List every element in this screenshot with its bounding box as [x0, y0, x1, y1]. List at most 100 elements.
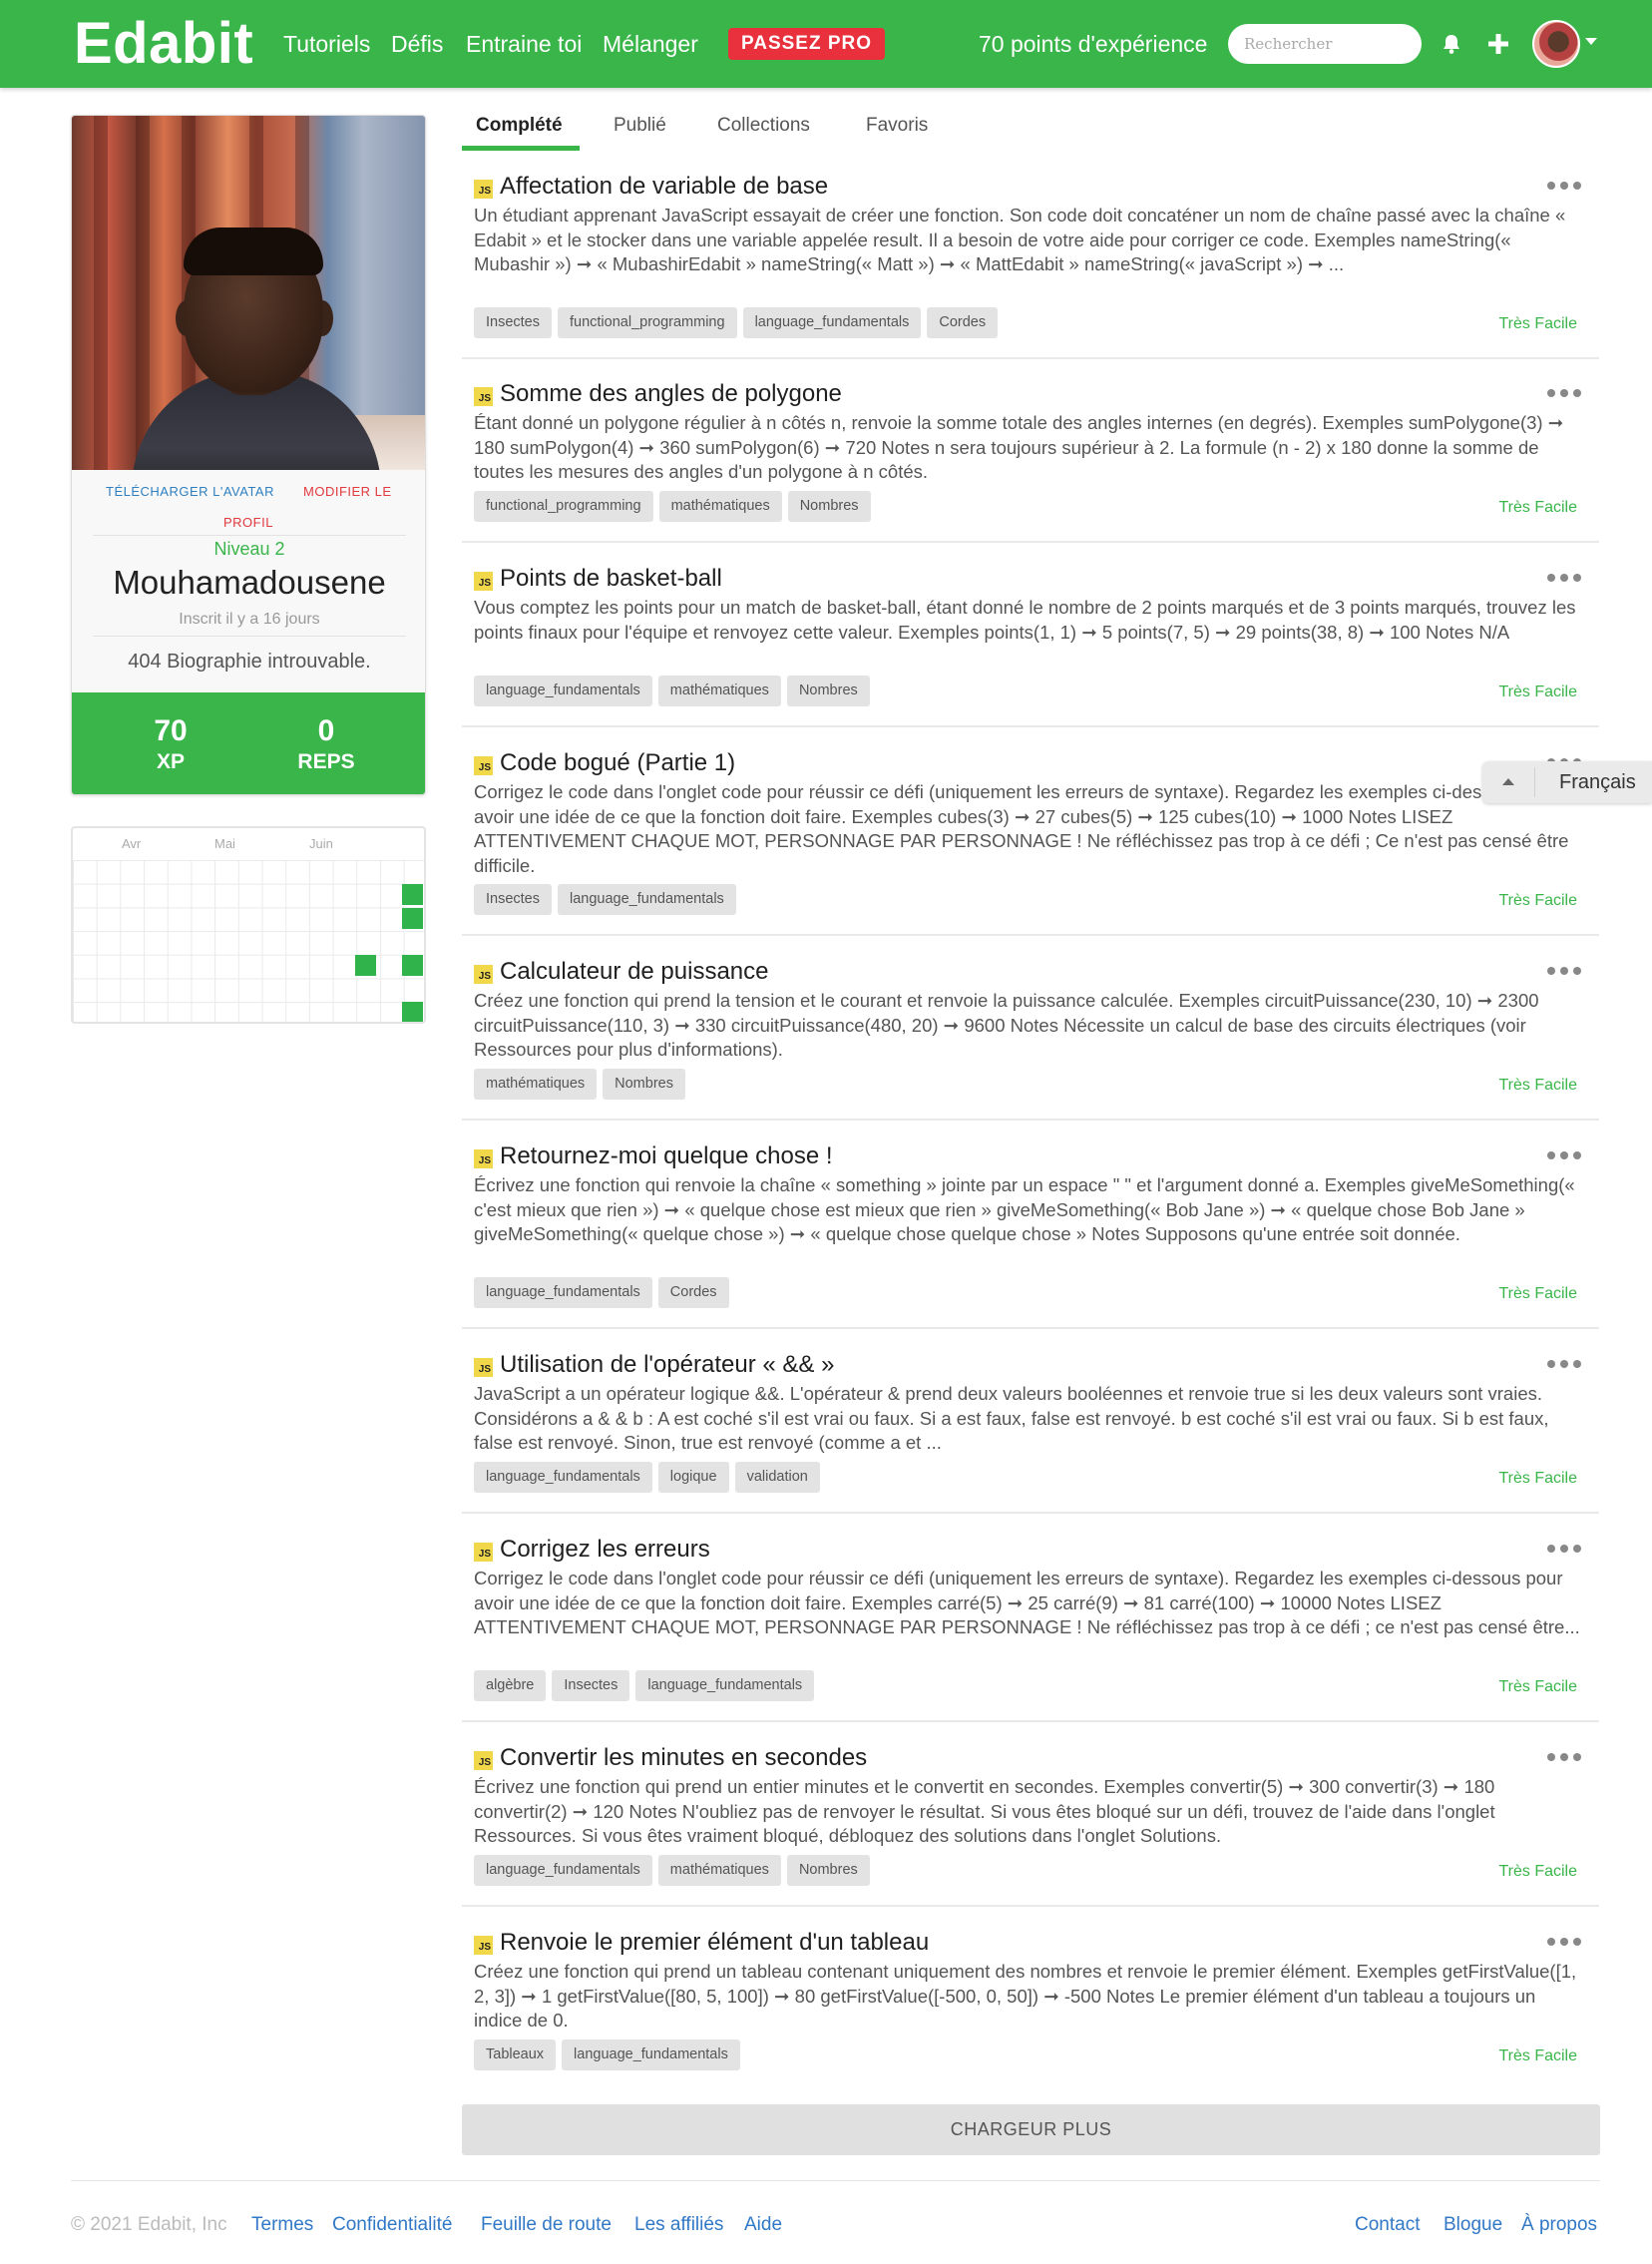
- footer-link-about[interactable]: À propos: [1521, 2213, 1597, 2237]
- tag[interactable]: Nombres: [786, 1855, 870, 1886]
- more-options-icon[interactable]: [1547, 1358, 1581, 1370]
- more-options-icon[interactable]: [1547, 387, 1581, 399]
- footer-link-terms[interactable]: Termes: [251, 2213, 313, 2237]
- tag[interactable]: language_fundamentals: [562, 2039, 740, 2070]
- go-pro-button[interactable]: PASSEZ PRO: [728, 28, 885, 60]
- user-level: Niveau 2: [213, 539, 285, 559]
- difficulty-label: Très Facile: [1498, 1863, 1577, 1880]
- difficulty-label: Très Facile: [1498, 2047, 1577, 2064]
- more-options-icon[interactable]: [1547, 965, 1581, 977]
- edit-profile-link[interactable]: MODIFIER LE: [303, 476, 392, 507]
- js-badge-icon: JS: [474, 1358, 493, 1377]
- footer-link-blog[interactable]: Blogue: [1444, 2213, 1502, 2237]
- tag[interactable]: language_fundamentals: [474, 1855, 652, 1886]
- plus-icon[interactable]: [1486, 32, 1510, 56]
- challenge-description: JavaScript a un opérateur logique &&. L'…: [474, 1383, 1549, 1454]
- nav-link-shuffle[interactable]: Mélanger: [603, 30, 698, 58]
- tag[interactable]: algèbre: [474, 1670, 547, 1701]
- tag[interactable]: logique: [657, 1462, 729, 1493]
- challenge-description: Créez une fonction qui prend un tableau …: [474, 1961, 1577, 2032]
- heatmap-cell-active: [402, 1002, 423, 1022]
- profile-card: TÉLÉCHARGER L'AVATAR MODIFIER LE PROFIL …: [71, 115, 426, 795]
- challenge-title[interactable]: Utilisation de l'opérateur « && »: [500, 1350, 834, 1380]
- edit-profile-link-cont[interactable]: PROFIL: [223, 507, 273, 538]
- tag[interactable]: Nombres: [603, 1069, 685, 1100]
- challenge-title[interactable]: Code bogué (Partie 1): [500, 748, 735, 778]
- tag[interactable]: language_fundamentals: [635, 1670, 815, 1701]
- footer-link-affiliates[interactable]: Les affiliés: [634, 2213, 723, 2237]
- challenge-title[interactable]: Points de basket-ball: [500, 564, 722, 594]
- tag[interactable]: language_fundamentals: [474, 1277, 652, 1308]
- challenge-title[interactable]: Calculateur de puissance: [500, 957, 769, 987]
- tag[interactable]: Cordes: [927, 307, 999, 338]
- nav-link-tutorials[interactable]: Tutoriels: [283, 30, 370, 58]
- avatar[interactable]: [1532, 20, 1580, 68]
- chevron-down-icon[interactable]: [1585, 38, 1597, 45]
- load-more-button[interactable]: CHARGEUR PLUS: [462, 2104, 1600, 2155]
- nav-link-challenges[interactable]: Défis: [391, 30, 443, 58]
- chevron-up-icon[interactable]: [1502, 778, 1514, 785]
- tag[interactable]: language_fundamentals: [474, 1462, 652, 1493]
- tag-list: Insectes language_fundamentals: [474, 884, 742, 915]
- difficulty-label: Très Facile: [1498, 315, 1577, 332]
- tag[interactable]: functional_programming: [558, 307, 737, 338]
- tag[interactable]: Insectes: [552, 1670, 630, 1701]
- challenge-card: JS Somme des angles de polygone Étant do…: [462, 373, 1599, 543]
- tag[interactable]: Nombres: [787, 491, 871, 522]
- month-label: Avr: [122, 836, 142, 851]
- tab-favorites[interactable]: Favoris: [866, 111, 928, 141]
- tag[interactable]: Cordes: [657, 1277, 729, 1308]
- tag[interactable]: language_fundamentals: [558, 884, 736, 915]
- tag[interactable]: Insectes: [474, 884, 552, 915]
- tag[interactable]: mathématiques: [474, 1069, 598, 1100]
- language-label[interactable]: Français: [1559, 770, 1636, 794]
- challenge-description: Écrivez une fonction qui prend un entier…: [474, 1776, 1495, 1847]
- challenge-title[interactable]: Retournez-moi quelque chose !: [500, 1141, 833, 1171]
- tab-published[interactable]: Publié: [614, 111, 666, 141]
- tab-completed[interactable]: Complété: [476, 111, 563, 141]
- tag[interactable]: mathématiques: [657, 676, 781, 706]
- tag-list: functional_programming mathématiques Nombr…: [474, 491, 877, 522]
- challenge-title[interactable]: Affectation de variable de base: [500, 172, 828, 202]
- more-options-icon[interactable]: [1547, 1936, 1581, 1948]
- tag[interactable]: Nombres: [786, 676, 870, 706]
- logo[interactable]: Edabit: [74, 10, 253, 78]
- footer-link-roadmap[interactable]: Feuille de route: [481, 2213, 612, 2237]
- challenge-title[interactable]: Convertir les minutes en secondes: [500, 1743, 867, 1773]
- footer-link-help[interactable]: Aide: [744, 2213, 782, 2237]
- xp-label: XP: [156, 750, 185, 773]
- challenge-card: JS Calculateur de puissance Créez une fo…: [462, 951, 1599, 1121]
- search-input[interactable]: [1228, 24, 1422, 64]
- footer-link-privacy[interactable]: Confidentialité: [332, 2213, 452, 2237]
- more-options-icon[interactable]: [1547, 180, 1581, 192]
- tag[interactable]: Insectes: [474, 307, 552, 338]
- nav-link-practice[interactable]: Entraine toi: [466, 30, 582, 58]
- reps-value: 0: [317, 714, 335, 747]
- tag[interactable]: language_fundamentals: [474, 676, 652, 706]
- tag[interactable]: validation: [734, 1462, 820, 1493]
- divider: [93, 636, 406, 637]
- tag[interactable]: language_fundamentals: [742, 307, 922, 338]
- tag[interactable]: mathématiques: [658, 491, 782, 522]
- language-selector[interactable]: Français: [1482, 761, 1652, 803]
- heatmap-cell-active: [402, 908, 423, 929]
- js-badge-icon: JS: [474, 1751, 493, 1770]
- challenge-title[interactable]: Renvoie le premier élément d'un tableau: [500, 1928, 929, 1958]
- challenge-description: Créez une fonction qui prend la tension …: [474, 990, 1539, 1061]
- bell-icon[interactable]: [1441, 33, 1462, 55]
- challenge-title[interactable]: Corrigez les erreurs: [500, 1535, 710, 1565]
- challenge-title[interactable]: Somme des angles de polygone: [500, 379, 842, 409]
- tab-collections[interactable]: Collections: [717, 111, 810, 141]
- more-options-icon[interactable]: [1547, 1751, 1581, 1763]
- challenge-card: JS Code bogué (Partie 1) Corrigez le cod…: [462, 742, 1599, 936]
- more-options-icon[interactable]: [1547, 572, 1581, 584]
- more-options-icon[interactable]: [1547, 1543, 1581, 1555]
- upload-avatar-link[interactable]: TÉLÉCHARGER L'AVATAR: [106, 476, 274, 507]
- tag[interactable]: mathématiques: [657, 1855, 781, 1886]
- more-options-icon[interactable]: [1547, 1149, 1581, 1161]
- footer-link-contact[interactable]: Contact: [1355, 2213, 1420, 2237]
- profile-photo: [72, 116, 425, 470]
- activity-heatmap: Avr Mai Juin: [71, 826, 426, 1024]
- tag[interactable]: Tableaux: [474, 2039, 557, 2070]
- tag[interactable]: functional_programming: [474, 491, 653, 522]
